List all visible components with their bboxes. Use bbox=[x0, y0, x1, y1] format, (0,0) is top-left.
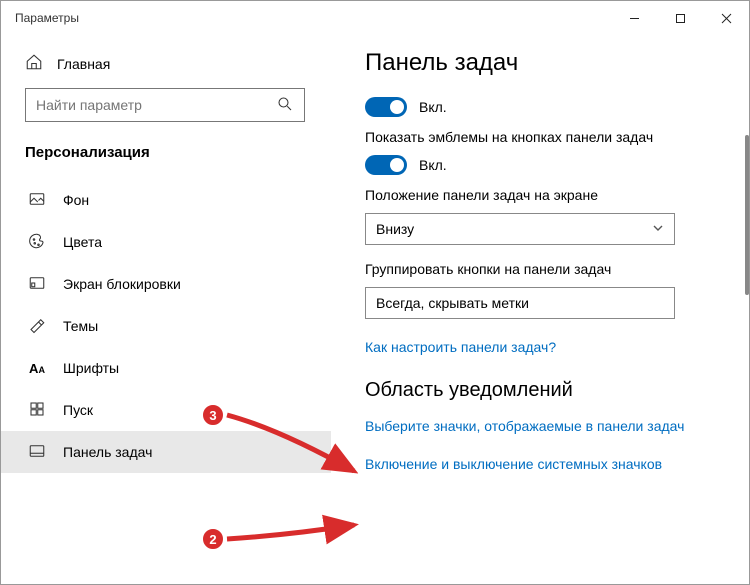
setting-label-combine: Группировать кнопки на панели задач bbox=[365, 261, 721, 277]
toggle-label: Вкл. bbox=[419, 99, 447, 115]
maximize-button[interactable] bbox=[657, 3, 703, 33]
dropdown-value: Внизу bbox=[376, 221, 414, 237]
scrollbar-thumb[interactable] bbox=[745, 135, 749, 295]
sidebar-item-label: Шрифты bbox=[63, 360, 119, 376]
search-input[interactable] bbox=[25, 88, 305, 122]
themes-icon bbox=[27, 316, 47, 337]
sidebar-item-fonts[interactable]: AA Шрифты bbox=[25, 347, 331, 389]
window-title: Параметры bbox=[15, 11, 79, 25]
help-link[interactable]: Как настроить панели задач? bbox=[365, 339, 721, 355]
sidebar-item-label: Цвета bbox=[63, 234, 102, 250]
home-label: Главная bbox=[57, 56, 110, 72]
sidebar-item-themes[interactable]: Темы bbox=[25, 305, 331, 347]
annotation-badge-2: 2 bbox=[201, 527, 225, 551]
sidebar-item-background[interactable]: Фон bbox=[25, 179, 331, 221]
textbox-value: Всегда, скрывать метки bbox=[376, 295, 529, 311]
search-field[interactable] bbox=[36, 97, 276, 113]
setting-label-position: Положение панели задач на экране bbox=[365, 187, 721, 203]
lockscreen-icon bbox=[27, 274, 47, 295]
minimize-button[interactable] bbox=[611, 3, 657, 33]
sidebar-item-label: Темы bbox=[63, 318, 98, 334]
search-icon bbox=[276, 95, 294, 116]
home-nav[interactable]: Главная bbox=[25, 45, 331, 88]
select-icons-link[interactable]: Выберите значки, отображаемые в панели з… bbox=[365, 418, 721, 434]
home-icon bbox=[25, 53, 43, 74]
section-title: Персонализация bbox=[25, 144, 331, 161]
system-icons-link[interactable]: Включение и выключение системных значков bbox=[365, 456, 721, 472]
sidebar-item-label: Пуск bbox=[63, 402, 93, 418]
close-button[interactable] bbox=[703, 3, 749, 33]
sidebar-item-label: Фон bbox=[63, 192, 89, 208]
taskbar-icon bbox=[27, 442, 47, 463]
picture-icon bbox=[27, 190, 47, 211]
taskbar-position-dropdown[interactable]: Внизу bbox=[365, 213, 675, 245]
toggle-badges[interactable] bbox=[365, 155, 407, 175]
sidebar-item-taskbar[interactable]: Панель задач bbox=[1, 431, 331, 473]
notification-area-heading: Область уведомлений bbox=[365, 379, 721, 402]
sidebar-item-start[interactable]: Пуск bbox=[25, 389, 331, 431]
sidebar-item-label: Панель задач bbox=[63, 444, 152, 460]
main-content: Панель задач Вкл. Показать эмблемы на кн… bbox=[341, 35, 749, 584]
setting-label-badges: Показать эмблемы на кнопках панели задач bbox=[365, 129, 721, 145]
page-title: Панель задач bbox=[365, 49, 721, 77]
chevron-down-icon bbox=[652, 222, 664, 237]
sidebar-item-lockscreen[interactable]: Экран блокировки bbox=[25, 263, 331, 305]
palette-icon bbox=[27, 232, 47, 253]
toggle-label: Вкл. bbox=[419, 157, 447, 173]
sidebar-item-colors[interactable]: Цвета bbox=[25, 221, 331, 263]
combine-buttons-select[interactable]: Всегда, скрывать метки bbox=[365, 287, 675, 319]
start-icon bbox=[27, 400, 47, 421]
toggle-taskbar-on[interactable] bbox=[365, 97, 407, 117]
sidebar: Главная Персонализация Фон Цвета bbox=[1, 35, 341, 584]
fonts-icon: AA bbox=[27, 361, 47, 376]
annotation-badge-3: 3 bbox=[201, 403, 225, 427]
sidebar-item-label: Экран блокировки bbox=[63, 276, 181, 292]
